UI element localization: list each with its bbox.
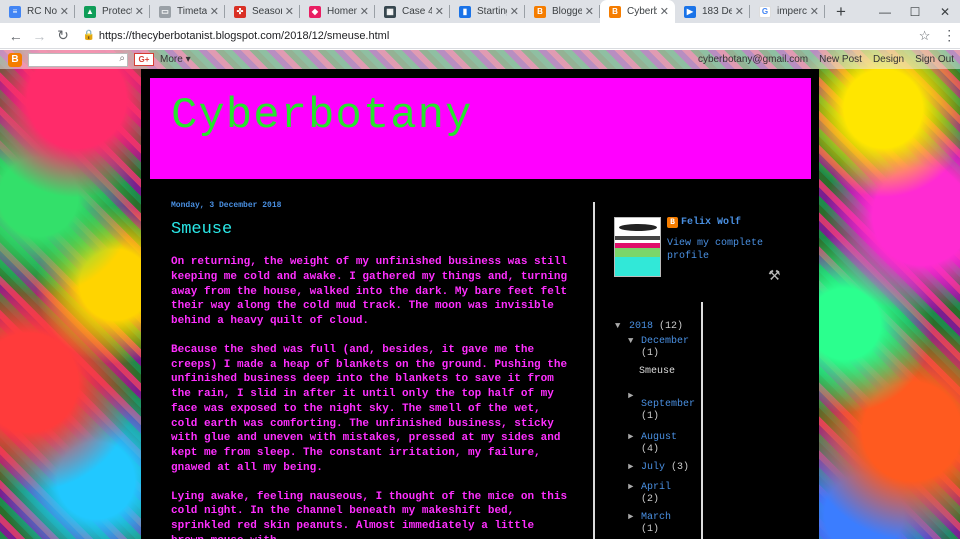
post-paragraph: On returning, the weight of my unfinishe…: [171, 256, 568, 327]
close-tab-icon[interactable]: ✕: [135, 5, 144, 18]
blogger-icon: B: [609, 5, 621, 18]
close-window-icon[interactable]: ✕: [930, 5, 960, 19]
doc-icon: ▭: [159, 5, 171, 18]
browser-tab[interactable]: ≡RC Note✕: [0, 0, 75, 23]
reload-icon[interactable]: ↻: [51, 27, 75, 44]
design-link[interactable]: Design: [873, 54, 904, 65]
archive-month[interactable]: ► August (4): [628, 432, 708, 456]
browser-tab-active[interactable]: BCyberbo✕: [600, 0, 675, 23]
close-tab-icon[interactable]: ✕: [735, 5, 744, 18]
docs-icon: ≡: [9, 5, 21, 18]
blogger-icon: B: [667, 217, 678, 228]
blogger-navbar: B ⌕ G+ More ▾ cyberbotany@gmail.com New …: [0, 50, 960, 69]
app-icon: ◆: [309, 5, 321, 18]
close-tab-icon[interactable]: ✕: [810, 5, 819, 18]
triangle-right-icon[interactable]: ►: [628, 462, 641, 474]
account-email[interactable]: cyberbotany@gmail.com: [698, 54, 808, 65]
blog-header: Cyberbotany: [150, 78, 811, 179]
google-plus-button[interactable]: G+: [134, 53, 154, 66]
minimize-icon[interactable]: —: [870, 5, 900, 19]
triangle-down-icon[interactable]: ▼: [628, 336, 641, 360]
browser-tab[interactable]: ▶ 183 De ✕: [675, 0, 750, 23]
avatar-band: [615, 236, 660, 240]
close-tab-icon[interactable]: ✕: [510, 5, 519, 18]
avatar-eye: [619, 224, 657, 231]
archive-month[interactable]: ► July (3): [628, 462, 708, 474]
blogger-icon: B: [534, 5, 546, 18]
blog-search[interactable]: ⌕: [28, 52, 128, 67]
close-tab-icon[interactable]: ✕: [435, 5, 444, 18]
sidebar-divider: [593, 202, 595, 539]
browser-tab[interactable]: ▦Case 45✕: [375, 0, 450, 23]
browser-tab-strip: ≡RC Note✕ ▲Protecte✕ ▭Timetab✕ ✜Season✕ …: [0, 0, 960, 23]
address-bar[interactable]: 🔒 https://thecyberbotanist.blogspot.com/…: [83, 25, 939, 47]
browser-tab[interactable]: ▮Starting✕: [450, 0, 525, 23]
archive-month[interactable]: ► September (1): [628, 391, 708, 423]
post-paragraph: Lying awake, feeling nauseous, I thought…: [171, 490, 568, 539]
browser-tab[interactable]: Gimperce✕: [750, 0, 825, 23]
target-icon: ✜: [234, 5, 246, 18]
navbar-links: cyberbotany@gmail.com New Post Design Si…: [698, 54, 960, 65]
blog-title[interactable]: Cyberbotany: [171, 91, 472, 141]
profile-name[interactable]: B Felix Wolf: [667, 217, 741, 228]
browser-tab[interactable]: ◆Homem✕: [300, 0, 375, 23]
blogger-logo-icon[interactable]: B: [8, 52, 22, 67]
forward-icon[interactable]: →: [28, 28, 52, 44]
close-tab-icon[interactable]: ✕: [360, 5, 369, 18]
browser-menu-icon[interactable]: ⋮: [938, 27, 960, 44]
google-icon: G: [759, 5, 771, 18]
triangle-right-icon[interactable]: ►: [628, 482, 641, 506]
archive-month[interactable]: ▼ December (1): [628, 336, 708, 360]
browser-tab[interactable]: ▲Protecte✕: [75, 0, 150, 23]
bookmark-star-icon[interactable]: ☆: [919, 28, 931, 44]
bar-icon: ▮: [459, 5, 471, 18]
url-text: https://thecyberbotanist.blogspot.com/20…: [98, 29, 390, 42]
blog-search-input[interactable]: [29, 53, 115, 66]
post-body: On returning, the weight of my unfinishe…: [171, 255, 573, 539]
post-date: Monday, 3 December 2018: [171, 201, 282, 210]
close-tab-icon[interactable]: ✕: [60, 5, 69, 18]
triangle-right-icon[interactable]: ►: [628, 391, 641, 423]
close-tab-icon[interactable]: ✕: [210, 5, 219, 18]
triangle-right-icon[interactable]: ►: [628, 432, 641, 456]
blog-container: Cyberbotany Monday, 3 December 2018 Smeu…: [141, 69, 819, 539]
triangle-down-icon[interactable]: ▼: [615, 321, 629, 331]
browser-tab[interactable]: ✜Season✕: [225, 0, 300, 23]
avatar[interactable]: [614, 217, 661, 277]
post: Monday, 3 December 2018 Smeuse On return…: [171, 201, 573, 539]
new-post-link[interactable]: New Post: [819, 54, 862, 65]
browser-tab[interactable]: ▭Timetab✕: [150, 0, 225, 23]
archive-post-link[interactable]: Smeuse: [639, 366, 675, 377]
profile-link[interactable]: View my complete profile: [667, 237, 777, 263]
edit-widget-icon[interactable]: ⚒: [768, 267, 781, 284]
close-tab-icon[interactable]: ✕: [660, 5, 669, 18]
archive-year[interactable]: ▼ 2018 (12): [615, 321, 725, 332]
sign-out-link[interactable]: Sign Out: [915, 54, 954, 65]
browser-toolbar: ← → ↻ 🔒 https://thecyberbotanist.blogspo…: [0, 23, 960, 49]
window-controls: — ☐ ✕: [870, 0, 960, 23]
back-icon[interactable]: ←: [4, 28, 28, 44]
search-icon[interactable]: ⌕: [119, 53, 125, 64]
maximize-icon[interactable]: ☐: [900, 5, 930, 19]
close-tab-icon[interactable]: ✕: [285, 5, 294, 18]
lock-icon: 🔒: [82, 30, 96, 41]
play-icon: ▶: [684, 5, 696, 18]
new-tab-button[interactable]: +: [829, 0, 853, 23]
film-icon: ▦: [384, 5, 396, 18]
archive-month[interactable]: ► April (2): [628, 482, 708, 506]
more-menu[interactable]: More ▾: [160, 54, 191, 65]
post-paragraph: Because the shed was full (and, besides,…: [171, 343, 568, 474]
close-tab-icon[interactable]: ✕: [585, 5, 594, 18]
blog-archive: ▼ 2018 (12) ▼ December (1) Smeuse ► Septe…: [615, 321, 725, 535]
post-title[interactable]: Smeuse: [171, 220, 573, 239]
avatar-band: [615, 257, 660, 276]
avatar-band: [615, 248, 660, 257]
triangle-right-icon[interactable]: ►: [628, 512, 641, 536]
archive-month[interactable]: ► March (1): [628, 512, 708, 536]
drive-icon: ▲: [84, 5, 96, 18]
browser-tab[interactable]: BBlogger✕: [525, 0, 600, 23]
